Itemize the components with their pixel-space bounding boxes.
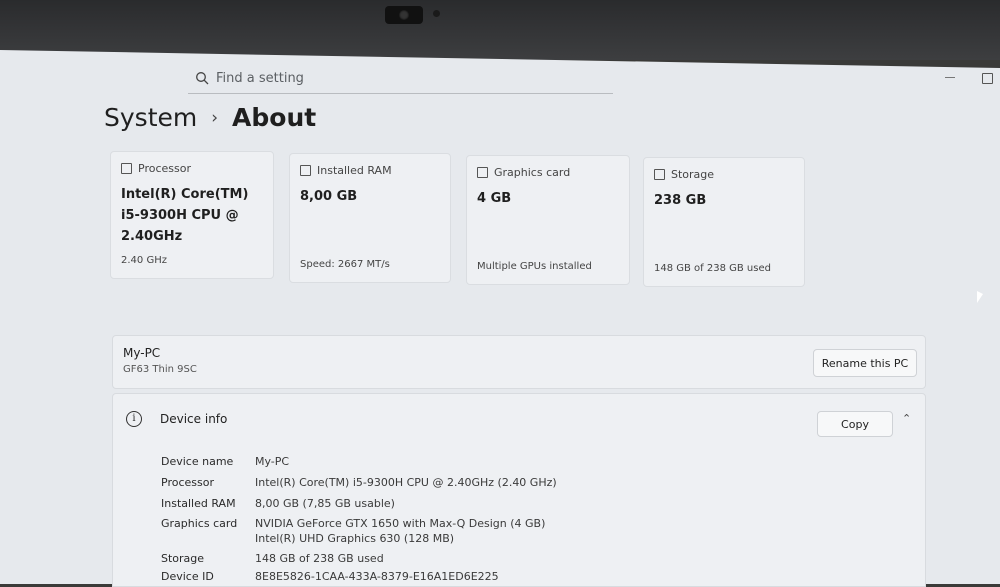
storage-icon [654, 169, 665, 180]
card-installed-ram[interactable]: Installed RAM 8,00 GB Speed: 2667 MT/s [289, 153, 451, 283]
rename-pc-button[interactable]: Rename this PC [813, 349, 917, 377]
spec-key: Device ID [161, 570, 214, 583]
processor-icon [121, 163, 132, 174]
spec-value: Intel(R) UHD Graphics 630 (128 MB) [255, 532, 455, 545]
spec-value: 148 GB of 238 GB used [255, 552, 384, 565]
card-value: 8,00 GB [300, 189, 358, 204]
pc-name-panel: My-PC GF63 Thin 9SC Rename this PC [112, 335, 926, 389]
copy-button[interactable]: Copy [817, 411, 893, 437]
card-value: 238 GB [654, 193, 707, 208]
spec-key: Storage [161, 552, 205, 565]
mouse-cursor-icon [977, 291, 983, 303]
card-label: Processor [138, 162, 191, 175]
minimize-icon[interactable] [945, 77, 955, 78]
spec-value: My-PC [255, 455, 290, 468]
spec-value: Intel(R) Core(TM) i5-9300H CPU @ 2.40GHz… [255, 476, 557, 489]
info-icon: i [126, 411, 142, 427]
spec-value: NVIDIA GeForce GTX 1650 with Max-Q Desig… [255, 517, 546, 530]
card-subtext: 148 GB of 238 GB used [654, 263, 771, 274]
search-input[interactable]: Find a setting [216, 71, 304, 86]
page-title: System › About [104, 103, 316, 132]
card-subtext: 2.40 GHz [121, 255, 167, 266]
spec-value: 8E8E5826-1CAA-433A-8379-E16A1ED6E225 [255, 570, 499, 583]
search-icon [188, 71, 216, 85]
card-value: 4 GB [477, 191, 512, 206]
card-storage[interactable]: Storage 238 GB 148 GB of 238 GB used [643, 157, 805, 287]
spec-key: Device name [161, 455, 234, 468]
pc-model: GF63 Thin 9SC [123, 364, 197, 375]
card-subtext: Multiple GPUs installed [477, 261, 592, 272]
card-processor[interactable]: Processor Intel(R) Core(TM) i5-9300H CPU… [110, 151, 274, 279]
spec-key: Installed RAM [161, 497, 236, 510]
device-info-title: Device info [160, 412, 228, 426]
card-subtext: Speed: 2667 MT/s [300, 259, 390, 270]
card-graphics-card[interactable]: Graphics card 4 GB Multiple GPUs install… [466, 155, 630, 285]
spec-key: Processor [161, 476, 214, 489]
card-label: Installed RAM [317, 164, 392, 177]
spec-key: Graphics card [161, 517, 238, 530]
spec-value: 8,00 GB (7,85 GB usable) [255, 497, 395, 510]
search-box[interactable]: Find a setting [188, 63, 613, 94]
card-label: Graphics card [494, 166, 571, 179]
graphics-card-icon [477, 167, 488, 178]
device-info-header[interactable]: i Device info Copy ⌃ [112, 393, 926, 450]
breadcrumb-about: About [232, 103, 317, 132]
webcam-icon [385, 6, 423, 24]
camera-light-icon [433, 10, 440, 17]
card-label: Storage [671, 168, 715, 181]
pc-name: My-PC [123, 346, 161, 360]
laptop-bezel [0, 0, 1000, 60]
chevron-up-icon[interactable]: ⌃ [902, 412, 911, 425]
card-value: Intel(R) Core(TM) i5-9300H CPU @ 2.40GHz [121, 187, 249, 244]
ram-icon [300, 165, 311, 176]
chevron-right-icon: › [211, 107, 219, 128]
breadcrumb-system[interactable]: System [104, 103, 197, 132]
restore-icon[interactable] [982, 73, 993, 84]
